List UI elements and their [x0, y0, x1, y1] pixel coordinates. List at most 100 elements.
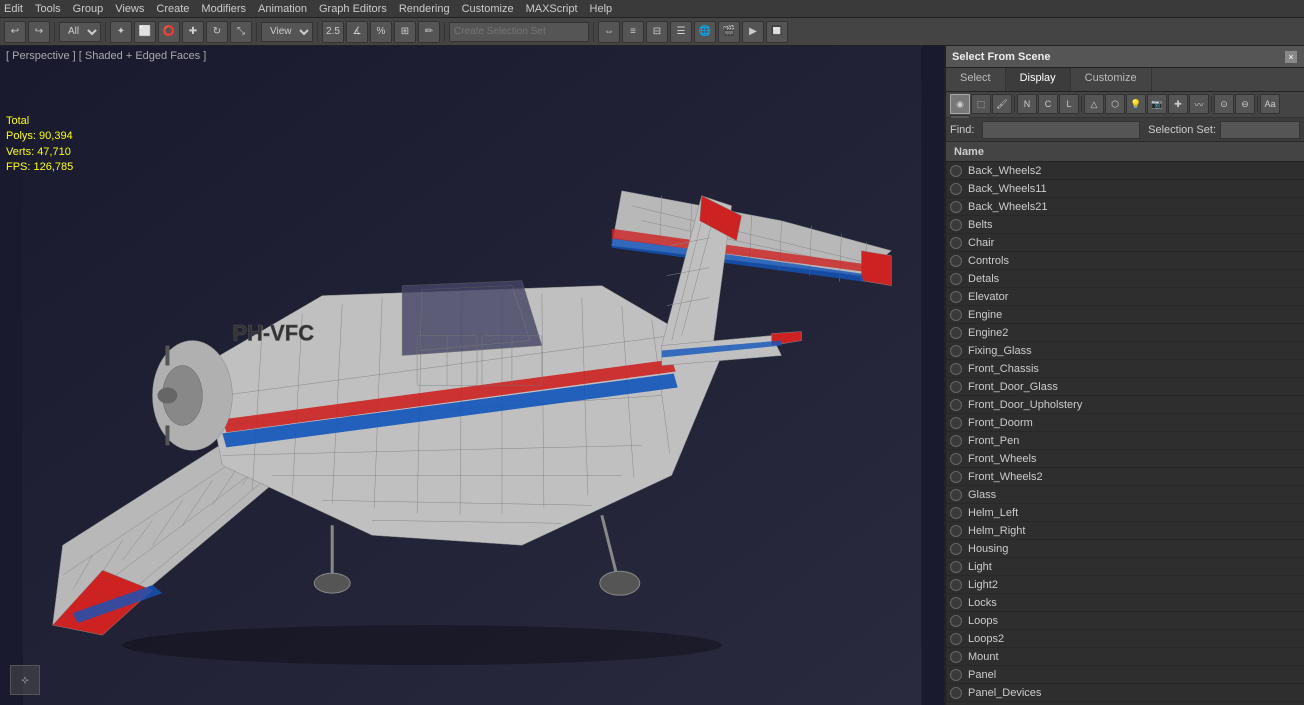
ptb-paint-select[interactable]: 🖌: [992, 94, 1012, 114]
move-btn[interactable]: ✚: [182, 21, 204, 43]
object-radio: [950, 219, 962, 231]
object-item[interactable]: Back_Wheels21: [946, 198, 1304, 216]
menu-item-graph-editors[interactable]: Graph Editors: [319, 3, 387, 15]
object-item[interactable]: Elevator: [946, 288, 1304, 306]
ptb-select-by-color[interactable]: C: [1038, 94, 1058, 114]
object-item[interactable]: Engine2: [946, 324, 1304, 342]
menu-item-create[interactable]: Create: [156, 3, 189, 15]
menu-item-tools[interactable]: Tools: [35, 3, 61, 15]
object-radio: [950, 255, 962, 267]
object-item[interactable]: Light: [946, 558, 1304, 576]
select-btn[interactable]: ✦: [110, 21, 132, 43]
object-item[interactable]: Back_Wheels2: [946, 162, 1304, 180]
angle-snap-btn[interactable]: ∡: [346, 21, 368, 43]
object-item[interactable]: Engine: [946, 306, 1304, 324]
edit-named-sel-btn[interactable]: ✏: [418, 21, 440, 43]
quick-align-btn[interactable]: ⊟: [646, 21, 668, 43]
object-item[interactable]: Mount: [946, 648, 1304, 666]
menu-item-views[interactable]: Views: [115, 3, 144, 15]
object-item[interactable]: Fixing_Glass: [946, 342, 1304, 360]
snap-btn[interactable]: 2.5: [322, 21, 344, 43]
mode-dropdown[interactable]: All: [59, 22, 101, 42]
redo-button[interactable]: ↪: [28, 21, 50, 43]
navigation-cube[interactable]: ⊹: [10, 665, 40, 695]
view-dropdown[interactable]: View: [261, 22, 313, 42]
align-btn[interactable]: ≡: [622, 21, 644, 43]
ptb-select-all[interactable]: ◉: [950, 94, 970, 114]
ptb-display-cameras[interactable]: 📷: [1147, 94, 1167, 114]
object-item[interactable]: Loops2: [946, 630, 1304, 648]
ptb-display-lights[interactable]: 💡: [1126, 94, 1146, 114]
object-item[interactable]: Front_Wheels: [946, 450, 1304, 468]
object-item[interactable]: Glass: [946, 486, 1304, 504]
mirror-btn[interactable]: ⇔: [598, 21, 620, 43]
object-name-label: Engine: [968, 309, 1002, 321]
object-item[interactable]: Front_Door_Glass: [946, 378, 1304, 396]
viewport[interactable]: [ Perspective ] [ Shaded + Edged Faces ]…: [0, 46, 944, 705]
menu-item-rendering[interactable]: Rendering: [399, 3, 450, 15]
scene-explorer-btn[interactable]: 🌐: [694, 21, 716, 43]
menu-item-maxscript[interactable]: MAXScript: [526, 3, 578, 15]
rotate-btn[interactable]: ↻: [206, 21, 228, 43]
object-radio: [950, 417, 962, 429]
ptb-invert[interactable]: ⊖: [1235, 94, 1255, 114]
ptb-case-sensitive[interactable]: Aa: [1260, 94, 1280, 114]
name-header-label: Name: [954, 146, 984, 158]
object-name-label: Housing: [968, 543, 1008, 555]
object-item[interactable]: Back_Wheels11: [946, 180, 1304, 198]
ptb-all-none[interactable]: ⊙: [1214, 94, 1234, 114]
object-item[interactable]: Loops: [946, 612, 1304, 630]
menu-item-group[interactable]: Group: [73, 3, 104, 15]
ptb-display-shapes[interactable]: ⬡: [1105, 94, 1125, 114]
select-circle-btn[interactable]: ⭕: [158, 21, 180, 43]
undo-button[interactable]: ↩: [4, 21, 26, 43]
object-item[interactable]: Chair: [946, 234, 1304, 252]
menu-item-edit[interactable]: Edit: [4, 3, 23, 15]
object-item[interactable]: Detals: [946, 270, 1304, 288]
object-name-label: Back_Wheels2: [968, 165, 1041, 177]
ptb-display-geo[interactable]: △: [1084, 94, 1104, 114]
object-item[interactable]: Helm_Left: [946, 504, 1304, 522]
active-shade-btn[interactable]: 🔲: [766, 21, 788, 43]
object-item[interactable]: Front_Door_Upholstery: [946, 396, 1304, 414]
percent-snap-btn[interactable]: %: [370, 21, 392, 43]
tab-select[interactable]: Select: [946, 68, 1006, 91]
object-name-label: Back_Wheels21: [968, 201, 1048, 213]
spinner-snap-btn[interactable]: ⊞: [394, 21, 416, 43]
panel-close-button[interactable]: ×: [1284, 50, 1298, 64]
object-item[interactable]: Front_Doorm: [946, 414, 1304, 432]
menu-item-customize[interactable]: Customize: [462, 3, 514, 15]
object-item[interactable]: Light2: [946, 576, 1304, 594]
object-item[interactable]: Front_Chassis: [946, 360, 1304, 378]
tab-display[interactable]: Display: [1006, 68, 1071, 91]
object-item[interactable]: Panel_Devices: [946, 684, 1304, 702]
menu-item-help[interactable]: Help: [590, 3, 613, 15]
object-radio: [950, 543, 962, 555]
ptb-display-helpers[interactable]: ✚: [1168, 94, 1188, 114]
scale-btn[interactable]: ⤡: [230, 21, 252, 43]
find-input[interactable]: [982, 121, 1140, 139]
object-item[interactable]: Controls: [946, 252, 1304, 270]
select-region-btn[interactable]: ⬜: [134, 21, 156, 43]
menu-item-modifiers[interactable]: Modifiers: [201, 3, 246, 15]
menu-item-animation[interactable]: Animation: [258, 3, 307, 15]
object-item[interactable]: Locks: [946, 594, 1304, 612]
create-selection-set-input[interactable]: [449, 22, 589, 42]
object-item[interactable]: Helm_Right: [946, 522, 1304, 540]
object-item[interactable]: Belts: [946, 216, 1304, 234]
ptb-window-cross[interactable]: ⬚: [971, 94, 991, 114]
object-item[interactable]: Front_Wheels2: [946, 468, 1304, 486]
render-setup-btn[interactable]: 🎬: [718, 21, 740, 43]
render-btn[interactable]: ▶: [742, 21, 764, 43]
ptb-select-by-name[interactable]: N: [1017, 94, 1037, 114]
object-item[interactable]: Panel: [946, 666, 1304, 684]
object-name-label: Front_Doorm: [968, 417, 1033, 429]
layer-mgr-btn[interactable]: ☰: [670, 21, 692, 43]
ptb-display-space-warps[interactable]: 〰: [1189, 94, 1209, 114]
objects-list[interactable]: Back_Wheels2 Back_Wheels11 Back_Wheels21 Be…: [946, 162, 1304, 705]
object-item[interactable]: Front_Pen: [946, 432, 1304, 450]
ptb-select-by-layer[interactable]: L: [1059, 94, 1079, 114]
selection-set-input[interactable]: [1220, 121, 1300, 139]
tab-customize[interactable]: Customize: [1071, 68, 1152, 91]
object-item[interactable]: Housing: [946, 540, 1304, 558]
